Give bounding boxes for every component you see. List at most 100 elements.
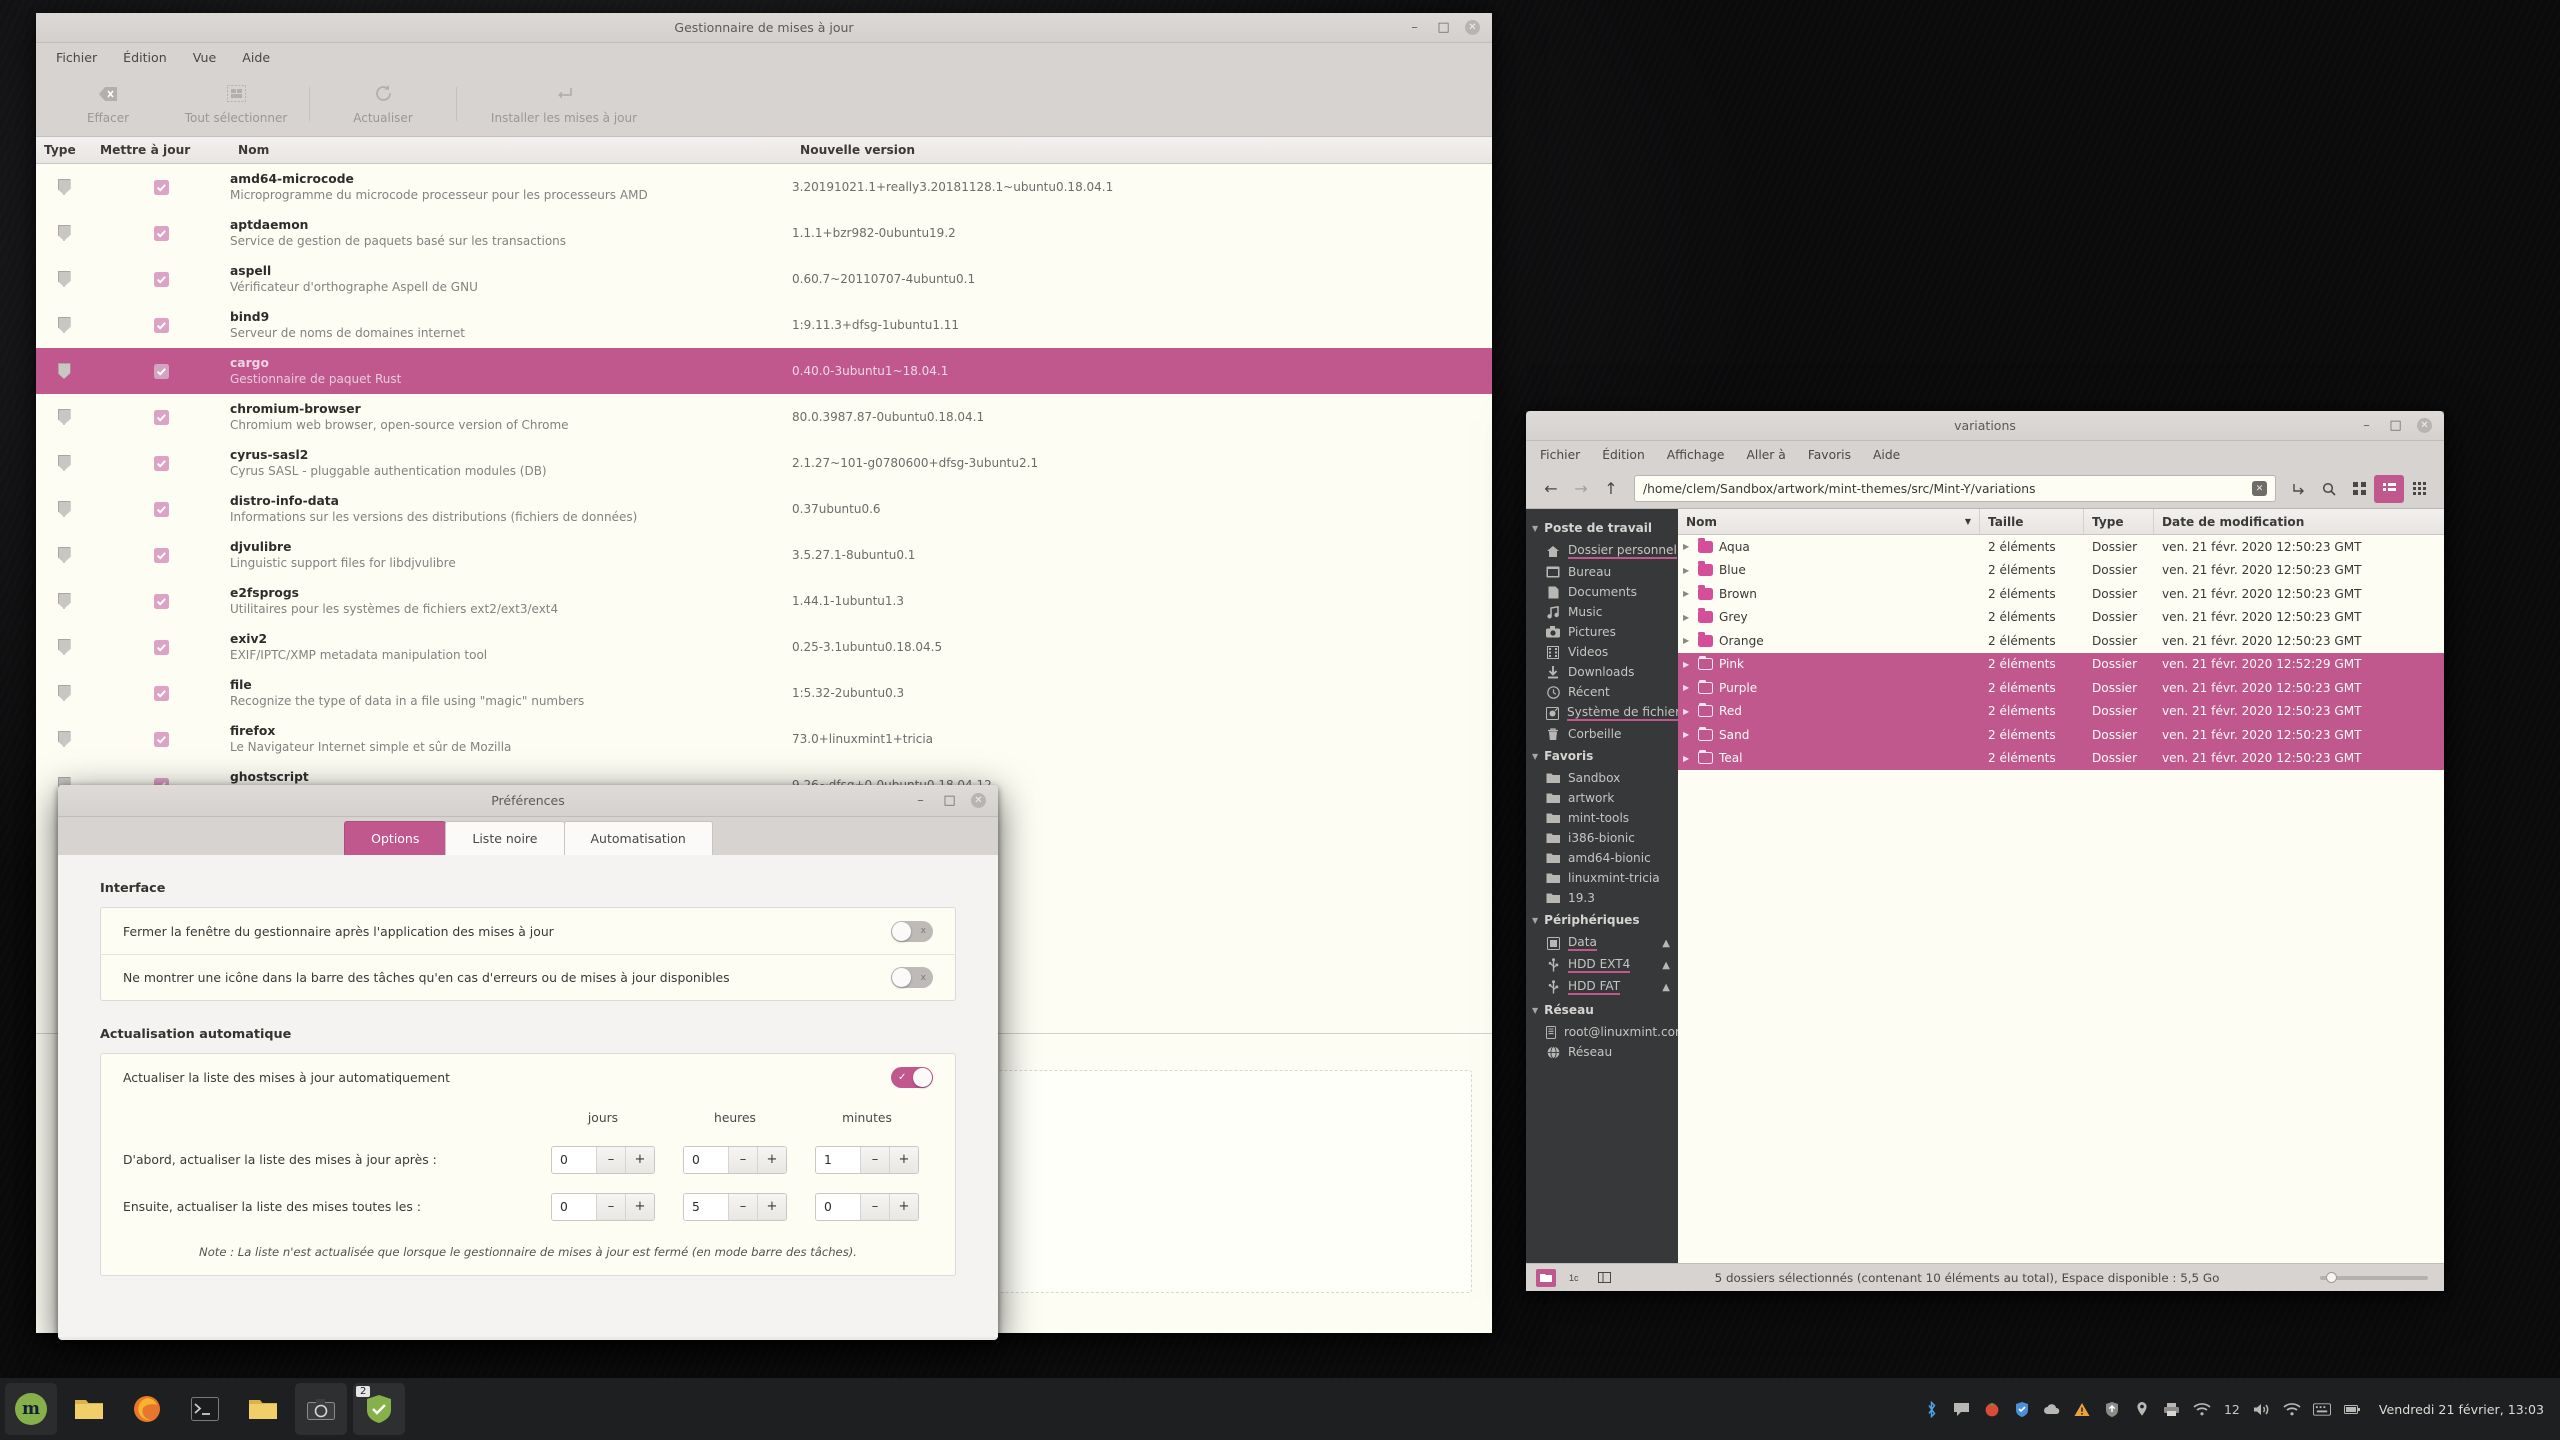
update-checkbox[interactable]: [153, 363, 169, 379]
spinner-minus-button[interactable]: –: [860, 1193, 889, 1220]
tab-automatisation[interactable]: Automatisation: [563, 821, 713, 855]
path-input[interactable]: /home/clem/Sandbox/artwork/mint-themes/s…: [1634, 475, 2276, 502]
preferences-close-icon[interactable]: ✕: [971, 793, 986, 808]
spinner-value[interactable]: 0: [816, 1193, 860, 1220]
menu-vue[interactable]: Vue: [193, 50, 217, 65]
package-row[interactable]: firefox Le Navigateur Internet simple et …: [36, 716, 1492, 762]
expand-triangle-icon[interactable]: ▶: [1683, 707, 1692, 716]
auto-refresh-toggle[interactable]: ✓: [891, 1066, 933, 1088]
sidebar-item-bureau[interactable]: Bureau: [1526, 562, 1678, 582]
spinner-minus-button[interactable]: –: [728, 1146, 757, 1173]
sidebar-item-hdd-fat[interactable]: HDD FAT ▲: [1526, 976, 1678, 998]
spinner-jours[interactable]: 0– +: [537, 1145, 669, 1174]
zoom-slider[interactable]: [2320, 1271, 2428, 1283]
spinner-plus-button[interactable]: +: [625, 1146, 654, 1173]
nemo-menu-favoris[interactable]: Favoris: [1808, 448, 1851, 462]
nemo-menu-aide[interactable]: Aide: [1873, 448, 1900, 462]
compact-view-icon[interactable]: [2404, 475, 2434, 503]
terminal-app-icon[interactable]: [179, 1383, 231, 1435]
search-icon[interactable]: [2314, 475, 2344, 503]
expand-triangle-icon[interactable]: ▶: [1683, 566, 1692, 575]
toggle-location-entry-icon[interactable]: [2284, 475, 2314, 503]
location-icon[interactable]: [2133, 1400, 2151, 1418]
file-row[interactable]: ▶ Brown 2 éléments Dossier ven. 21 févr. 202…: [1678, 582, 2444, 606]
sidebar-group-favoris[interactable]: ▼ Favoris: [1526, 744, 1678, 768]
eject-icon[interactable]: ▲: [1662, 960, 1670, 971]
file-row[interactable]: ▶ Aqua 2 éléments Dossier ven. 21 févr. 2020…: [1678, 535, 2444, 559]
spinner-box[interactable]: 1– +: [815, 1145, 919, 1174]
statusbar-split-icon[interactable]: [1594, 1269, 1614, 1287]
package-update-cell[interactable]: [92, 455, 230, 471]
preferences-minimize-icon[interactable]: –: [913, 793, 928, 808]
spinner-minutes[interactable]: 1– +: [801, 1145, 933, 1174]
expand-triangle-icon[interactable]: ▶: [1683, 589, 1692, 598]
package-update-cell[interactable]: [92, 685, 230, 701]
spinner-value[interactable]: 0: [552, 1146, 596, 1173]
nemo-close-icon[interactable]: ✕: [2417, 418, 2432, 433]
install-updates-button[interactable]: Installer les mises à jour: [466, 83, 662, 125]
maximize-icon[interactable]: □: [1436, 20, 1451, 35]
firefox-app-icon[interactable]: [121, 1383, 173, 1435]
package-row[interactable]: chromium-browser Chromium web browser, op…: [36, 394, 1492, 440]
update-checkbox[interactable]: [153, 547, 169, 563]
package-row[interactable]: aptdaemon Service de gestion de paquets b…: [36, 210, 1492, 256]
update-checkbox[interactable]: [153, 317, 169, 333]
expand-triangle-icon[interactable]: ▶: [1683, 660, 1692, 669]
nemo-minimize-icon[interactable]: –: [2359, 418, 2374, 433]
update-tray-icon[interactable]: [2103, 1400, 2121, 1418]
preferences-maximize-icon[interactable]: □: [942, 793, 957, 808]
column-taille[interactable]: Taille: [1980, 509, 2084, 534]
package-row[interactable]: e2fsprogs Utilitaires pour les systèmes d…: [36, 578, 1492, 624]
package-update-cell[interactable]: [92, 225, 230, 241]
spinner-box[interactable]: 0– +: [683, 1145, 787, 1174]
column-nom[interactable]: Nom ▼: [1678, 509, 1980, 534]
select-all-button[interactable]: Tout sélectionner: [172, 83, 300, 125]
spinner-heures[interactable]: 0– +: [669, 1145, 801, 1174]
sidebar-item-videos[interactable]: Videos: [1526, 642, 1678, 662]
sidebar-item-hdd-ext4[interactable]: HDD EXT4 ▲: [1526, 954, 1678, 976]
spinner-minus-button[interactable]: –: [728, 1193, 757, 1220]
package-update-cell[interactable]: [92, 179, 230, 195]
spinner-minutes[interactable]: 0– +: [801, 1192, 933, 1221]
tomato-icon[interactable]: [1983, 1400, 2001, 1418]
file-row[interactable]: ▶ Blue 2 éléments Dossier ven. 21 févr. 2020…: [1678, 559, 2444, 583]
update-checkbox[interactable]: [153, 639, 169, 655]
statusbar-text-icon[interactable]: 1c: [1565, 1269, 1585, 1287]
sidebar-item-r-seau[interactable]: Réseau: [1526, 1042, 1678, 1062]
minimize-icon[interactable]: –: [1407, 20, 1422, 35]
update-checkbox[interactable]: [153, 731, 169, 747]
spinner-value[interactable]: 0: [552, 1193, 596, 1220]
nemo-file-list[interactable]: Nom ▼ Taille Type Date de modification ▶…: [1678, 509, 2444, 1263]
sidebar-item-corbeille[interactable]: Corbeille: [1526, 724, 1678, 744]
file-row[interactable]: ▶ Grey 2 éléments Dossier ven. 21 févr. 2020…: [1678, 606, 2444, 630]
spinner-heures[interactable]: 5– +: [669, 1192, 801, 1221]
screenshot-app-icon[interactable]: [295, 1383, 347, 1435]
option-tray-icon-toggle[interactable]: x: [891, 967, 933, 988]
update-checkbox[interactable]: [153, 409, 169, 425]
close-icon[interactable]: ✕: [1465, 20, 1480, 35]
package-row[interactable]: cargo Gestionnaire de paquet Rust 0.40.0-3…: [36, 348, 1492, 394]
package-row[interactable]: cyrus-sasl2 Cyrus SASL - pluggable authen…: [36, 440, 1492, 486]
update-checkbox[interactable]: [153, 225, 169, 241]
package-row[interactable]: bind9 Serveur de noms de domaines interne…: [36, 302, 1492, 348]
package-row[interactable]: distro-info-data Informations sur les ver…: [36, 486, 1492, 532]
refresh-button[interactable]: Actualiser: [319, 83, 447, 125]
package-update-cell[interactable]: [92, 501, 230, 517]
sidebar-item-sandbox[interactable]: Sandbox: [1526, 768, 1678, 788]
sidebar-group-réseau[interactable]: ▼ Réseau: [1526, 998, 1678, 1022]
spinner-value[interactable]: 5: [684, 1193, 728, 1220]
nemo-app-icon[interactable]: [237, 1383, 289, 1435]
chat-icon[interactable]: [1953, 1400, 1971, 1418]
column-version[interactable]: Nouvelle version: [792, 143, 1492, 157]
spinner-box[interactable]: 0– +: [551, 1145, 655, 1174]
expand-triangle-icon[interactable]: ▶: [1683, 636, 1692, 645]
package-update-cell[interactable]: [92, 271, 230, 287]
column-type[interactable]: Type: [2084, 509, 2154, 534]
expand-triangle-icon[interactable]: ▶: [1683, 754, 1692, 763]
package-row[interactable]: amd64-microcode Microprogramme du microco…: [36, 164, 1492, 210]
sidebar-item-downloads[interactable]: Downloads: [1526, 662, 1678, 682]
printer-icon[interactable]: [2163, 1400, 2181, 1418]
spinner-plus-button[interactable]: +: [757, 1146, 786, 1173]
cloud-icon[interactable]: [2043, 1400, 2061, 1418]
sidebar-item-pictures[interactable]: Pictures: [1526, 622, 1678, 642]
